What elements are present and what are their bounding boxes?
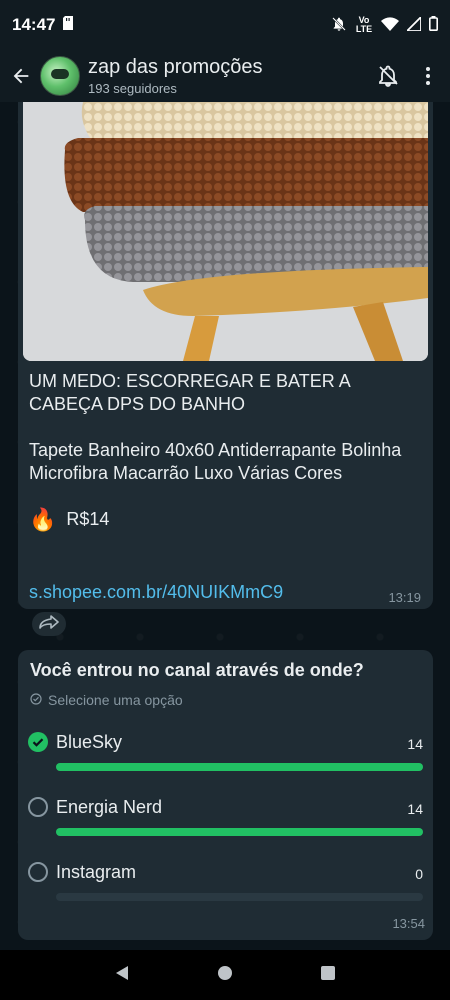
check-circle-icon (30, 692, 42, 708)
system-nav-bar (0, 950, 450, 1000)
poll-message: Você entrou no canal através de onde? Se… (18, 650, 433, 940)
wifi-icon (381, 16, 399, 34)
battery-icon (429, 16, 439, 34)
channel-avatar[interactable] (40, 56, 80, 96)
poll-option-label: BlueSky (56, 732, 123, 752)
poll-bar (56, 763, 423, 771)
poll-bar (56, 828, 423, 836)
poll-option-energia-nerd[interactable]: Energia Nerd 14 (28, 795, 423, 853)
poll-question: Você entrou no canal através de onde? (30, 660, 364, 680)
poll-bar-fill (56, 828, 423, 836)
message-time: 13:19 (388, 590, 421, 605)
sd-card-icon (63, 15, 74, 35)
poll-hint: Selecione uma opção (30, 692, 183, 708)
recents-nav-icon[interactable] (320, 965, 336, 986)
notifications-muted-icon (331, 16, 347, 35)
channel-info[interactable]: zap das promoções 193 seguidores (88, 56, 360, 96)
home-nav-icon[interactable] (217, 965, 233, 986)
poll-option-label: Energia Nerd (56, 797, 163, 817)
more-vertical-icon[interactable] (416, 64, 440, 88)
poll-time: 13:54 (392, 916, 425, 931)
promo-message[interactable]: UM MEDO: ESCORREGAR E BATER A CABEÇA DPS… (18, 102, 433, 609)
fire-emoji-icon: 🔥 (29, 507, 57, 532)
radio-unchecked-icon[interactable] (28, 862, 48, 882)
poll-bar-fill (56, 763, 423, 771)
poll-option-instagram[interactable]: Instagram 0 (28, 860, 423, 918)
poll-hint-text: Selecione uma opção (48, 692, 183, 708)
poll-option-count: 14 (407, 801, 423, 817)
channel-header: zap das promoções 193 seguidores (0, 50, 450, 102)
product-link[interactable]: s.shopee.com.br/40NUIKMmC9 (29, 582, 283, 603)
product-description: Tapete Banheiro 40x60 Antiderrapante Bol… (29, 440, 402, 483)
volte-icon: Vo LTE (355, 15, 373, 34)
mute-bell-icon[interactable] (376, 64, 400, 88)
poll-option-label: Instagram (56, 862, 137, 882)
back-arrow-icon[interactable] (10, 65, 32, 87)
radio-unchecked-icon[interactable] (28, 797, 48, 817)
signal-icon (404, 14, 422, 34)
channel-title: zap das promoções (88, 56, 263, 78)
poll-option-count: 0 (415, 866, 423, 882)
price-row: 🔥 R$14 (29, 508, 424, 531)
selected-check-icon[interactable] (28, 732, 48, 752)
message-body: UM MEDO: ESCORREGAR E BATER A CABEÇA DPS… (29, 370, 424, 531)
message-heading: UM MEDO: ESCORREGAR E BATER A CABEÇA DPS… (29, 371, 350, 414)
forward-icon (39, 614, 59, 634)
price: R$14 (66, 509, 110, 529)
poll-option-bluesky[interactable]: BlueSky 14 (28, 730, 423, 788)
clock: 14:47 (12, 15, 56, 34)
back-nav-icon[interactable] (114, 965, 130, 986)
poll-bar (56, 893, 423, 901)
status-bar: 14:47 Vo LTE (0, 0, 450, 50)
chat-area[interactable]: UM MEDO: ESCORREGAR E BATER A CABEÇA DPS… (0, 102, 450, 950)
forward-button[interactable] (32, 612, 66, 636)
follower-count: 193 seguidores (88, 81, 177, 96)
poll-option-count: 14 (407, 736, 423, 752)
product-photo[interactable] (23, 102, 428, 361)
